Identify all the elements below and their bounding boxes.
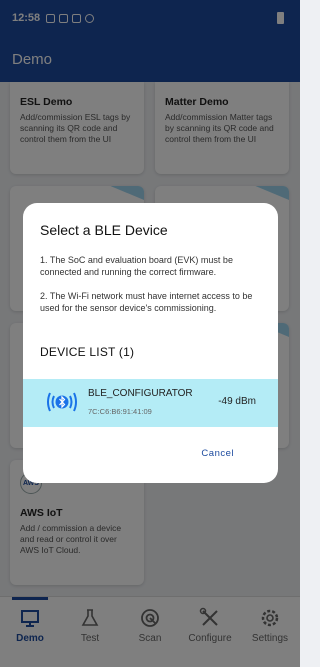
device-name: BLE_CONFIGURATOR [88, 388, 193, 399]
dialog-note-1: 1. The SoC and evaluation board (EVK) mu… [40, 255, 233, 277]
dialog-note-2: 2. The Wi-Fi network must have internet … [40, 291, 253, 313]
device-list-label: DEVICE LIST (1) [40, 345, 135, 359]
device-mac-address: 7C:C6:B6:91:41:09 [88, 407, 152, 416]
select-ble-device-dialog: Select a BLE Device 1. The SoC and evalu… [23, 203, 278, 483]
bluetooth-icon [45, 385, 79, 419]
cancel-button[interactable]: Cancel [201, 448, 234, 459]
device-list-item[interactable]: BLE_CONFIGURATOR 7C:C6:B6:91:41:09 -49 d… [23, 379, 278, 427]
device-signal-strength: -49 dBm [218, 396, 256, 407]
dialog-title: Select a BLE Device [40, 222, 168, 238]
